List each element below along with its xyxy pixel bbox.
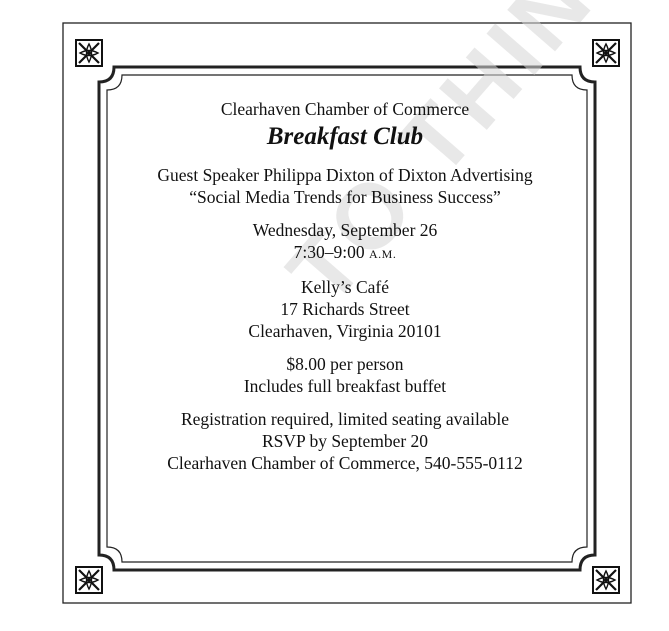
organization-name: Clearhaven Chamber of Commerce xyxy=(220,99,470,119)
event-title: Breakfast Club xyxy=(266,123,424,150)
speaker-line: Guest Speaker Philippa Dixton of Dixton … xyxy=(157,165,533,185)
square-floral-ornament-icon xyxy=(75,39,103,67)
venue-name: Kelly’s Café xyxy=(301,277,389,297)
square-floral-ornament-icon xyxy=(75,566,103,594)
talk-title: “Social Media Trends for Business Succes… xyxy=(189,187,501,207)
venue-street: 17 Richards Street xyxy=(280,299,410,319)
price-note: Includes full breakfast buffet xyxy=(243,376,447,396)
square-floral-ornament-icon xyxy=(592,566,620,594)
square-floral-ornament-icon xyxy=(592,39,620,67)
registration-note: Registration required, limited seating a… xyxy=(180,409,510,429)
rsvp-deadline: RSVP by September 20 xyxy=(261,431,429,451)
event-date: Wednesday, September 26 xyxy=(252,220,438,240)
event-time-suffix: A.M. xyxy=(369,247,397,261)
price: $8.00 per person xyxy=(286,354,404,374)
venue-city: Clearhaven, Virginia 20101 xyxy=(248,321,442,341)
event-time: 7:30–9:00 A.M. xyxy=(100,241,590,265)
contact-info: Clearhaven Chamber of Commerce, 540-555-… xyxy=(167,453,523,473)
event-time-range: 7:30–9:00 xyxy=(293,242,365,262)
flyer-content: Clearhaven Chamber of Commerce Breakfast… xyxy=(100,98,590,474)
